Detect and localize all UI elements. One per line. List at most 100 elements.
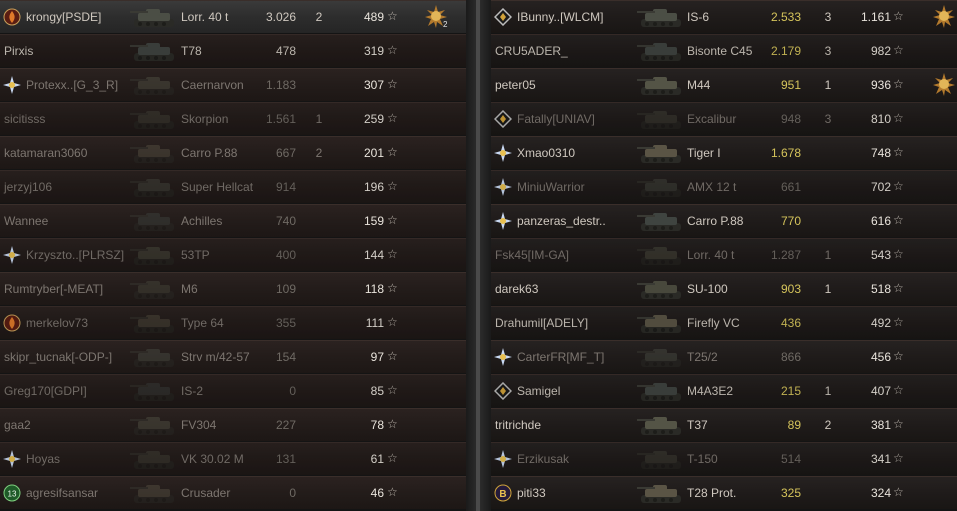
tank-name: T37: [687, 418, 708, 432]
xp-value: 196: [363, 180, 384, 194]
tank-image: [637, 411, 687, 440]
tank-image: [130, 3, 180, 32]
tank-image: [130, 479, 180, 508]
damage-value: 400: [275, 248, 296, 262]
player-row[interactable]: tritrichde T37 89 2 381 ☆: [491, 408, 957, 441]
player-name: Rumtryber[-MEAT]: [4, 282, 104, 296]
player-row[interactable]: Rumtryber[-MEAT] M6 109 118 ☆: [0, 272, 466, 305]
xp-value: 982: [870, 44, 891, 58]
player-row[interactable]: panzeras_destr.. Carro P.88 770 616 ☆: [491, 204, 957, 237]
tank-name: Strv m/42-57: [181, 350, 250, 364]
flame-badge-icon: [3, 314, 21, 332]
player-row[interactable]: IBunny..[WLCM] IS-6 2.533 3 1.161 ☆: [491, 0, 957, 33]
damage-value: 2.533: [770, 10, 801, 24]
player-name: Fsk45[IM-GA]: [495, 248, 570, 262]
flame-badge-icon: [3, 8, 21, 26]
tank-name: M4A3E2: [687, 384, 734, 398]
kills-value: 2: [824, 418, 832, 432]
tank-image: [637, 445, 687, 474]
tank-name: Super Hellcat: [181, 180, 254, 194]
star-outline-icon: ☆: [893, 111, 904, 125]
player-row[interactable]: merkelov73 Type 64 355 111 ☆: [0, 306, 466, 339]
diamond-badge-icon: [494, 382, 512, 400]
team-left-list: krongy[PSDE] Lorr. 40 t 3.026 2 489 ☆ 2 Pirxis T…: [0, 0, 466, 511]
damage-value: 948: [780, 112, 801, 126]
xp-value: 61: [370, 452, 384, 466]
player-row[interactable]: Erzikusak T-150 514 341 ☆: [491, 442, 957, 475]
kills-value: 2: [315, 10, 323, 24]
tank-image: [130, 173, 180, 202]
star-outline-icon: ☆: [893, 145, 904, 159]
star-badge-icon: [494, 212, 512, 230]
player-name: Krzyszto..[PLRSZ]: [26, 248, 125, 262]
tank-name: SU-100: [687, 282, 728, 296]
damage-value: 0: [289, 384, 296, 398]
player-row[interactable]: Greg170[GDPI] IS-2 0 85 ☆: [0, 374, 466, 407]
kills-value: 1: [824, 78, 832, 92]
tank-image: [637, 173, 687, 202]
star-badge-icon: [494, 348, 512, 366]
player-name: Samigel: [517, 384, 561, 398]
tank-image: [637, 105, 687, 134]
kills-value: 2: [315, 146, 323, 160]
player-row[interactable]: Pirxis T78 478 319 ☆: [0, 34, 466, 67]
star-outline-icon: ☆: [893, 451, 904, 465]
tank-image: [637, 343, 687, 372]
player-row[interactable]: Xmao0310 Tiger I 1.678 748 ☆: [491, 136, 957, 169]
player-name: Hoyas: [26, 452, 61, 466]
player-row[interactable]: Samigel M4A3E2 215 1 407 ☆: [491, 374, 957, 407]
star-outline-icon: ☆: [893, 349, 904, 363]
star-outline-icon: ☆: [893, 485, 904, 499]
player-row[interactable]: darek63 SU-100 903 1 518 ☆: [491, 272, 957, 305]
player-row[interactable]: Bpiti33 T28 Prot. 325 324 ☆: [491, 476, 957, 509]
player-row[interactable]: jerzyj106 Super Hellcat 914 196 ☆: [0, 170, 466, 203]
player-row[interactable]: Hoyas VK 30.02 M 131 61 ☆: [0, 442, 466, 475]
xp-value: 407: [870, 384, 891, 398]
player-row[interactable]: Wannee Achilles 740 159 ☆: [0, 204, 466, 237]
star-badge-icon: [494, 178, 512, 196]
tank-name: T-150: [687, 452, 718, 466]
player-row[interactable]: Drahumil[ADELY] Firefly VC 436 492 ☆: [491, 306, 957, 339]
xp-value: 748: [870, 146, 891, 160]
player-row[interactable]: CarterFR[MF_T] T25/2 866 456 ☆: [491, 340, 957, 373]
tank-name: Carro P.88: [181, 146, 238, 160]
tank-name: Skorpion: [181, 112, 229, 126]
star-outline-icon: ☆: [387, 417, 398, 431]
damage-value: 914: [275, 180, 296, 194]
player-row[interactable]: Protexx..[G_3_R] Caernarvon 1.183 307 ☆: [0, 68, 466, 101]
tank-image: [130, 377, 180, 406]
damage-value: 866: [780, 350, 801, 364]
player-name: tritrichde: [495, 418, 542, 432]
star-outline-icon: ☆: [893, 43, 904, 57]
player-row[interactable]: peter05 M44 951 1 936 ☆: [491, 68, 957, 101]
player-name: Protexx..[G_3_R]: [26, 78, 119, 92]
xp-value: 518: [870, 282, 891, 296]
player-row[interactable]: Fsk45[IM-GA] Lorr. 40 t 1.287 1 543 ☆: [491, 238, 957, 271]
player-row[interactable]: Fatally[UNIAV] Excalibur 948 3 810 ☆: [491, 102, 957, 135]
player-name: piti33: [517, 486, 546, 500]
damage-value: 740: [275, 214, 296, 228]
tank-name: T28 Prot.: [687, 486, 737, 500]
player-row[interactable]: Krzyszto..[PLRSZ] 53TP 400 144 ☆: [0, 238, 466, 271]
player-row[interactable]: gaa2 FV304 227 78 ☆: [0, 408, 466, 441]
star-outline-icon: ☆: [387, 179, 398, 193]
tank-name: Type 64: [181, 316, 224, 330]
xp-value: 159: [363, 214, 384, 228]
tank-image: [637, 139, 687, 168]
player-row[interactable]: MiniuWarrior AMX 12 t 661 702 ☆: [491, 170, 957, 203]
damage-value: 1.561: [265, 112, 296, 126]
player-row[interactable]: 13 agresifsansar Crusader 0 46 ☆: [0, 476, 466, 509]
xp-value: 616: [870, 214, 891, 228]
player-row[interactable]: krongy[PSDE] Lorr. 40 t 3.026 2 489 ☆ 2: [0, 0, 466, 33]
xp-value: 46: [370, 486, 384, 500]
damage-value: 514: [780, 452, 801, 466]
player-row[interactable]: sicitisss Skorpion 1.561 1 259 ☆: [0, 102, 466, 135]
damage-value: 661: [780, 180, 801, 194]
xp-value: 78: [370, 418, 384, 432]
player-row[interactable]: katamaran3060 Carro P.88 667 2 201 ☆: [0, 136, 466, 169]
star-badge-icon: [494, 144, 512, 162]
player-row[interactable]: CRU5ADER_ Bisonte C45 2.179 3 982 ☆: [491, 34, 957, 67]
player-name: Wannee: [4, 214, 49, 228]
player-row[interactable]: skipr_tucnak[-ODP-] Strv m/42-57 154 97 ☆: [0, 340, 466, 373]
tank-name: T78: [181, 44, 202, 58]
